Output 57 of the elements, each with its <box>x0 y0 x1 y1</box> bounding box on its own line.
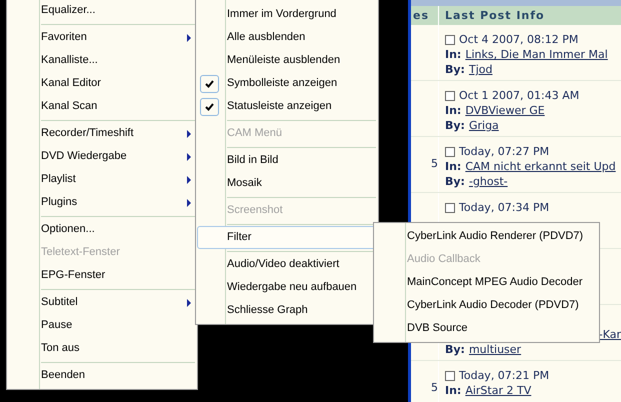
menu-item[interactable]: Kanal Scan <box>7 95 197 118</box>
menu-item[interactable]: Immer im Vordergrund <box>196 3 378 26</box>
field-label: In: <box>445 103 462 118</box>
author-link[interactable]: Griga <box>468 118 499 133</box>
post-icon <box>445 202 455 212</box>
menu-item[interactable]: Kanalliste... <box>7 49 197 72</box>
column-header: Last Post Info <box>444 8 546 24</box>
topic-link[interactable]: -Kar <box>598 327 621 342</box>
post-count: 5 <box>431 156 438 172</box>
menu-item[interactable]: CyberLink Audio Decoder (PDVD7) <box>374 294 599 317</box>
post-icon <box>445 34 455 44</box>
menu-item[interactable]: Menüleiste ausblenden <box>196 49 378 72</box>
topic-link[interactable]: DVBViewer GE <box>465 103 545 118</box>
post-date: Today, 07:21 PM <box>459 368 550 383</box>
menu-item[interactable]: Bild in Bild <box>196 149 378 172</box>
post-date: Today, 07:34 PM <box>459 200 550 215</box>
field-label: By: <box>445 342 465 357</box>
field-label: By: <box>445 118 465 133</box>
topic-link[interactable]: Links, Die Man Immer Mal <box>465 47 608 62</box>
author-link[interactable]: Tjod <box>468 62 492 77</box>
column-header: es <box>411 6 439 25</box>
menu-item[interactable]: Symbolleiste anzeigen <box>196 72 378 95</box>
post-date: Oct 4 2007, 08:12 PM <box>459 32 578 47</box>
field-label: In: <box>445 383 462 398</box>
post-date: Oct 1 2007, 01:43 AM <box>459 88 580 103</box>
menu-item[interactable]: Favoriten <box>7 26 197 49</box>
menu-item[interactable]: Plugins <box>7 191 197 214</box>
post-icon <box>445 146 455 156</box>
menu-item[interactable]: Kanal Editor <box>7 72 197 95</box>
field-label: In: <box>445 159 462 174</box>
menu-item[interactable]: Optionen... <box>7 218 197 241</box>
menu-item[interactable]: Recorder/Timeshift <box>7 122 197 145</box>
field-label: In: <box>445 47 462 62</box>
menu-item[interactable]: Equalizer... <box>7 0 197 22</box>
menu-item[interactable]: Beenden <box>7 364 197 387</box>
post-count: 5 <box>431 380 438 396</box>
menu-item[interactable]: DVB Source <box>374 317 599 340</box>
topic-link[interactable]: AirStar 2 TV <box>465 383 532 398</box>
menu-item[interactable]: EPG-Fenster <box>7 264 197 287</box>
menu-item[interactable]: Alle ausblenden <box>196 26 378 49</box>
menu-item[interactable]: Playlist <box>7 168 197 191</box>
menu-item[interactable]: DVD Wiedergabe <box>7 145 197 168</box>
post-icon <box>445 90 455 100</box>
menu-item[interactable]: Mosaik <box>196 172 378 195</box>
topic-link[interactable]: CAM nicht erkannt seit Upd <box>465 159 616 174</box>
menu-item[interactable]: CyberLink Audio Renderer (PDVD7) <box>374 225 599 248</box>
author-link[interactable]: -ghost- <box>468 174 508 189</box>
author-link[interactable]: multiuser <box>468 342 522 357</box>
field-label: By: <box>445 62 465 77</box>
menu-item[interactable]: Subtitel <box>7 291 197 314</box>
post-icon <box>445 370 455 380</box>
menu-item[interactable]: Ton aus <box>7 337 197 360</box>
post-date: Today, 07:27 PM <box>459 144 550 159</box>
menu-item[interactable]: MainConcept MPEG Audio Decoder <box>374 271 599 294</box>
menu-item[interactable]: Pause <box>7 314 197 337</box>
menu-item[interactable]: Statusleiste anzeigen <box>196 95 378 118</box>
field-label: By: <box>445 174 465 189</box>
